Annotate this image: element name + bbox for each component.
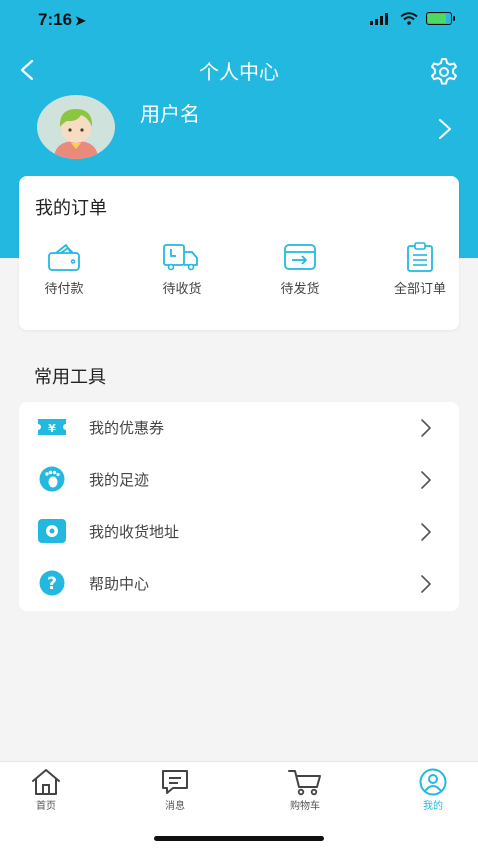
status-time: 7:16 ➤ [38,10,86,29]
navigation-bar: 个人中心 [0,48,478,92]
address-icon [38,519,66,543]
svg-text:¥: ¥ [48,422,56,435]
avatar-illustration [54,109,98,159]
tab-profile[interactable]: 我的 [398,768,468,816]
chevron-right-icon[interactable] [436,118,454,140]
profile-header[interactable]: 用户名 [0,92,478,164]
chevron-right-icon [421,575,431,593]
status-icons [370,12,455,25]
home-icon [32,769,60,795]
avatar[interactable] [37,95,115,159]
footprint-icon [39,466,65,492]
tool-help-center[interactable]: ? 帮助中心 [19,558,459,610]
tab-label: 首页 [36,801,56,812]
tool-shipping-address[interactable]: 我的收货地址 [19,506,459,558]
chevron-right-icon [421,523,431,541]
tab-cart[interactable]: 购物车 [270,768,340,816]
tool-coupons[interactable]: ¥ 我的优惠券 [19,402,459,454]
tab-label: 我的 [423,801,443,812]
wallet-icon [48,244,80,271]
order-pending-payment[interactable]: 待付款 [19,242,109,302]
order-all[interactable]: 全部订单 [381,242,459,302]
tab-label: 消息 [165,801,185,812]
message-icon [162,770,188,794]
tool-label: 我的优惠券 [89,419,165,437]
profile-icon [419,768,447,796]
home-indicator [154,836,324,841]
delivery-truck-icon [163,244,198,271]
tool-label: 帮助中心 [89,575,150,593]
help-icon: ? [39,570,65,596]
tools-title: 常用工具 [34,367,106,388]
tool-footprints[interactable]: 我的足迹 [19,454,459,506]
location-arrow-icon: ➤ [75,13,86,28]
chevron-right-icon [421,419,431,437]
order-to-ship[interactable]: 待发货 [255,242,345,302]
chevron-right-icon [421,471,431,489]
svg-text:?: ? [47,574,57,594]
page-title: 个人中心 [199,60,279,84]
order-label: 待付款 [44,282,84,297]
cart-icon [288,770,321,796]
order-label: 待收货 [162,282,202,297]
my-orders-card: 我的订单 待付款 待收货 待发货 全部订单 [19,176,459,330]
tool-label: 我的收货地址 [89,523,180,541]
signal-icon [370,12,388,25]
coupon-icon: ¥ [38,419,66,435]
tab-label: 购物车 [290,801,320,812]
battery-icon [426,12,455,25]
tool-label: 我的足迹 [89,471,150,489]
order-to-receive[interactable]: 待收货 [137,242,227,302]
gear-icon[interactable] [428,56,460,88]
tab-messages[interactable]: 消息 [140,768,210,816]
username: 用户名 [140,102,200,126]
order-label: 待发货 [280,282,320,297]
orders-title: 我的订单 [35,198,107,219]
status-bar: 7:16 ➤ [0,0,478,44]
tab-home[interactable]: 首页 [11,768,81,816]
common-tools-card: ¥ 我的优惠券 我的足迹 我的收货地址 ? 帮助中心 [19,402,459,611]
wifi-icon [400,12,418,25]
package-send-icon [284,244,316,270]
order-label: 全部订单 [393,282,446,297]
clipboard-list-icon [407,242,433,272]
